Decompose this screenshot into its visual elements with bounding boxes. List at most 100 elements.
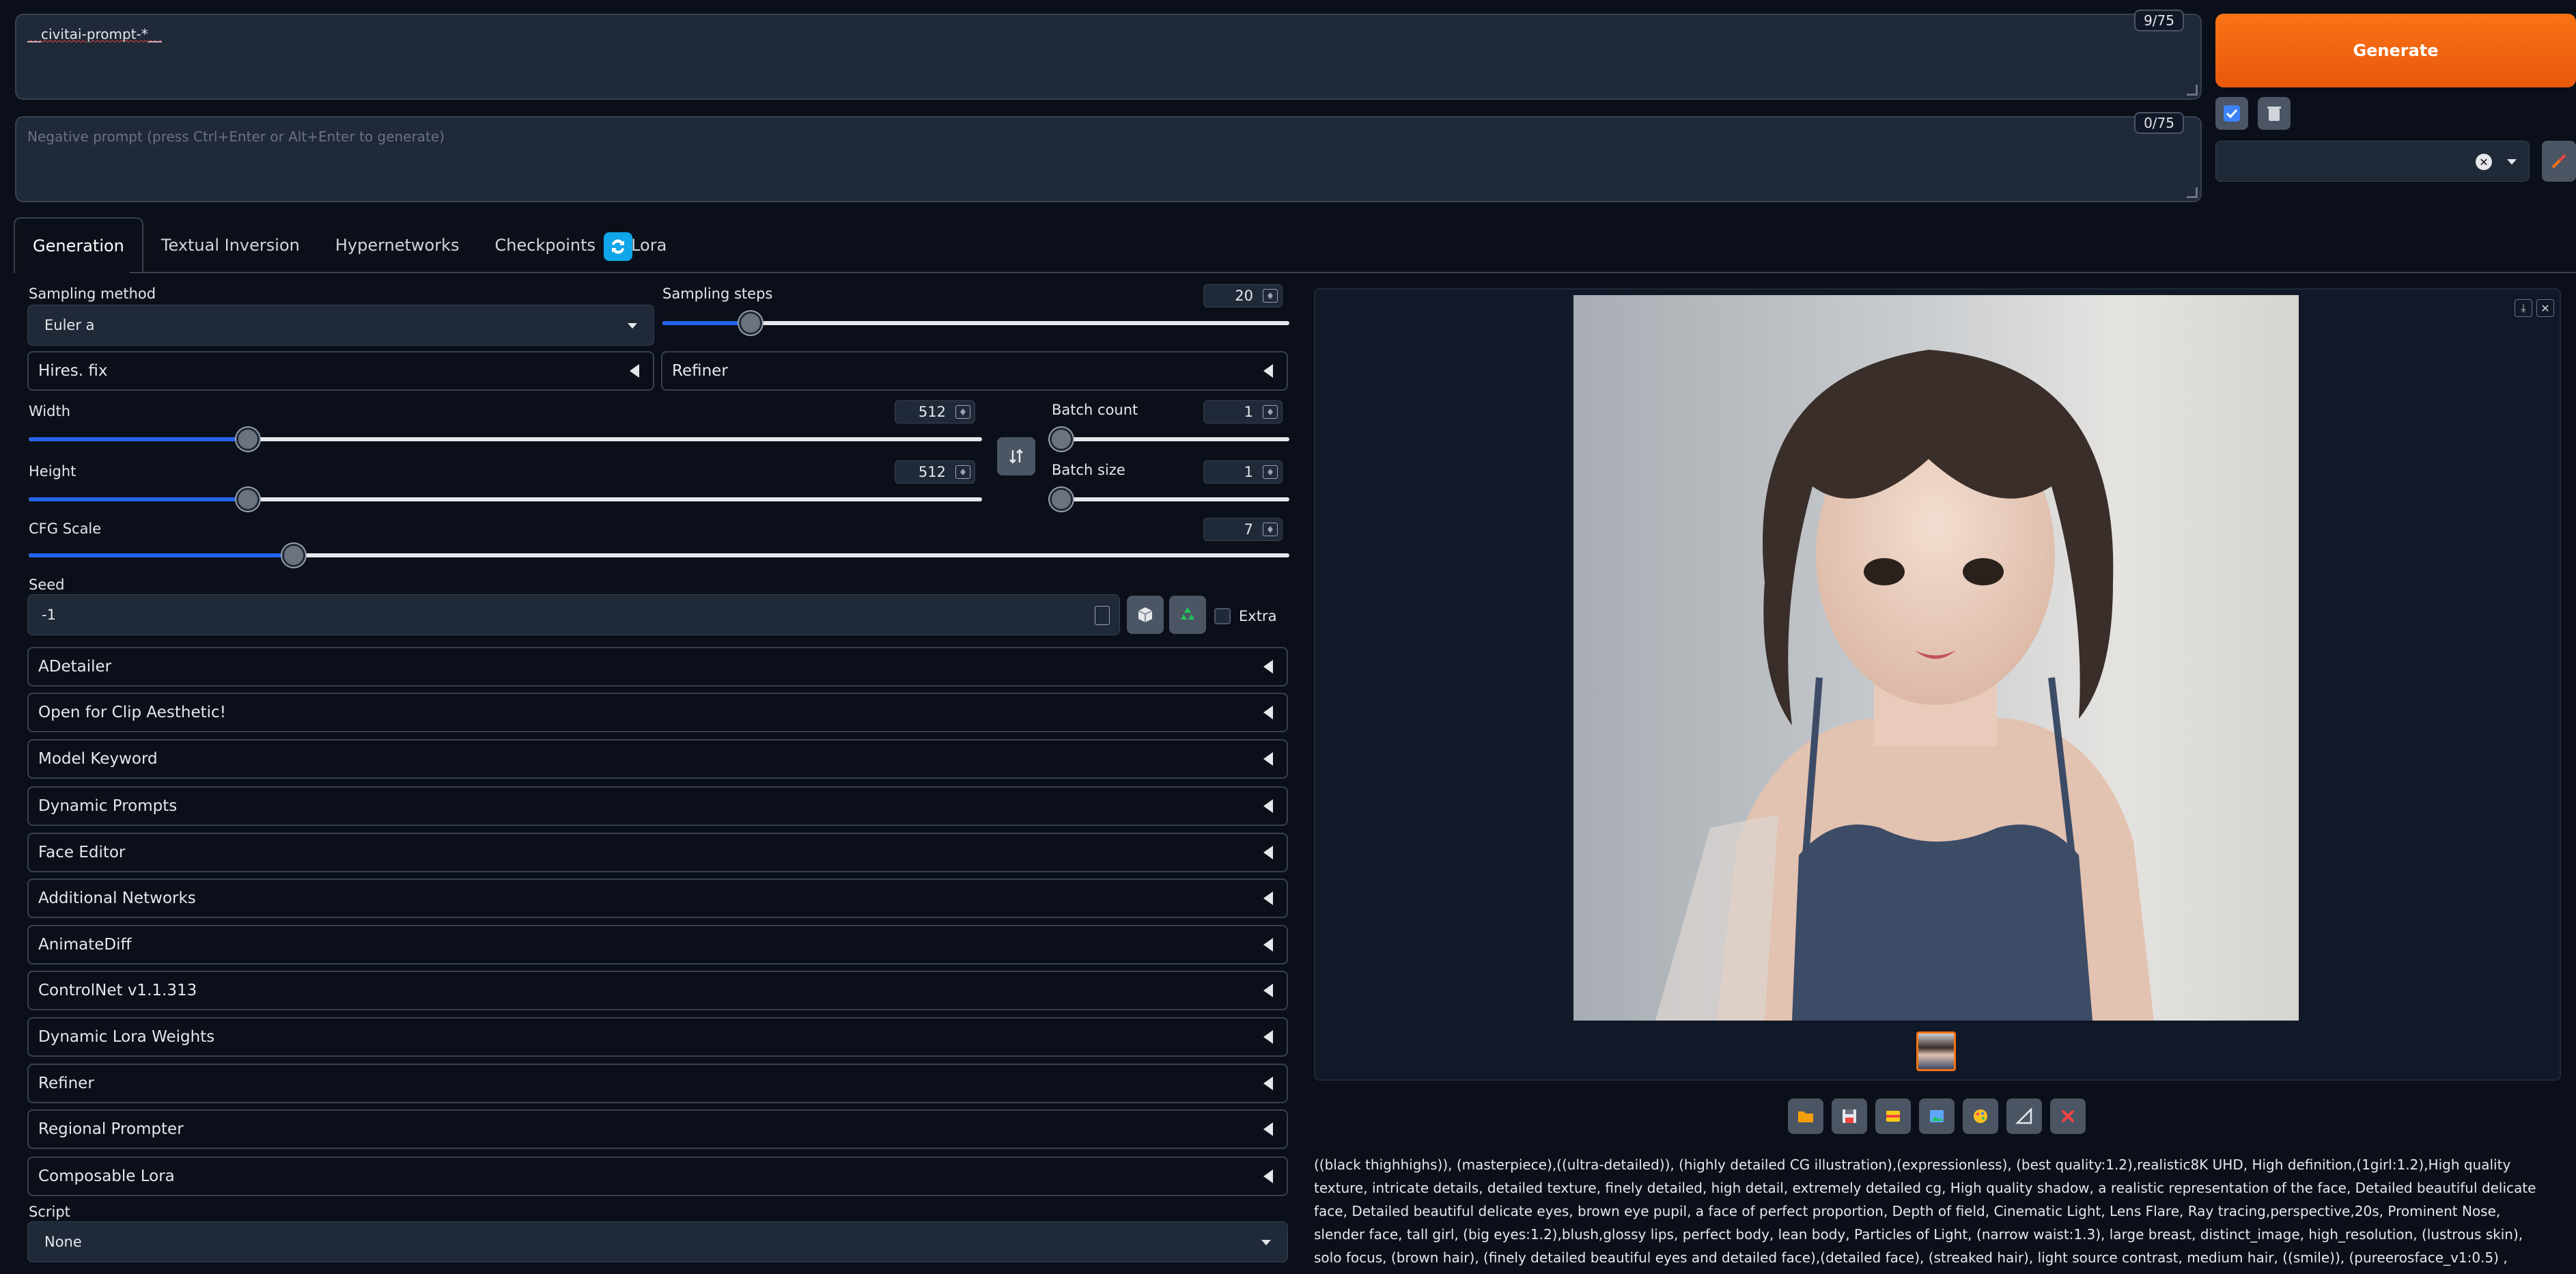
checkbox-icon (2224, 105, 2240, 122)
refresh-icon (612, 239, 624, 254)
slider-thumb[interactable] (236, 428, 260, 451)
tab-generation[interactable]: Generation (14, 217, 143, 273)
cfg-scale-input[interactable]: 7 (1203, 518, 1283, 541)
accordion-refiner[interactable]: Refiner (27, 1064, 1288, 1103)
download-icon[interactable]: ⤓ (2515, 299, 2532, 317)
edit-styles-button[interactable] (2542, 141, 2576, 182)
close-icon[interactable]: ✕ (2536, 299, 2554, 317)
random-seed-button[interactable] (1127, 596, 1164, 634)
script-label: Script (29, 1204, 70, 1220)
cfg-scale-slider[interactable] (29, 544, 1289, 567)
batch-size-input[interactable]: 1 (1203, 460, 1283, 484)
img2img-icon (1930, 1110, 1944, 1122)
sampling-method-dropdown[interactable]: Euler a (27, 305, 654, 346)
resize-handle[interactable] (2187, 187, 2198, 198)
batch-count-slider[interactable] (1050, 428, 1289, 451)
delete-button[interactable] (2050, 1098, 2086, 1134)
send-to-inpaint-button[interactable] (1963, 1098, 1998, 1134)
script-dropdown[interactable]: None (27, 1221, 1288, 1262)
generate-button[interactable]: Generate (2215, 14, 2576, 87)
prompt-text: __civitai-prompt-*__ (27, 26, 162, 42)
slider-fill (29, 437, 248, 441)
sampling-steps-input[interactable]: 20 (1203, 284, 1283, 307)
tab-hypernetworks[interactable]: Hypernetworks (318, 217, 477, 273)
negative-prompt-textarea[interactable]: Negative prompt (press Ctrl+Enter or Alt… (15, 112, 2202, 202)
output-toolbar (1788, 1098, 2086, 1134)
accordion-adetailer[interactable]: ADetailer (27, 647, 1288, 687)
width-slider[interactable] (29, 428, 982, 451)
accordion-animatediff[interactable]: AnimateDiff (27, 925, 1288, 965)
slider-fill (29, 553, 294, 557)
accordion-controlnet-v1-1-313[interactable]: ControlNet v1.1.313 (27, 971, 1288, 1010)
height-label: Height (29, 463, 76, 480)
send-to-extras-button[interactable] (2006, 1098, 2042, 1134)
slider-thumb[interactable] (1050, 428, 1073, 451)
dice-icon (1138, 607, 1153, 622)
swap-icon (1009, 449, 1023, 464)
accordion-face-editor[interactable]: Face Editor (27, 833, 1288, 872)
seed-label: Seed (29, 577, 65, 593)
batch-size-slider[interactable] (1050, 488, 1289, 511)
generation-info-text: ((black thighhighs)), (masterpiece),((ul… (1314, 1157, 2536, 1266)
delete-icon (2061, 1109, 2075, 1123)
accordion-regional-prompter[interactable]: Regional Prompter (27, 1109, 1288, 1149)
clear-styles-icon[interactable]: ✕ (2476, 154, 2492, 170)
accordion-open-for-clip-aesthetic[interactable]: Open for Clip Aesthetic! (27, 693, 1288, 732)
zip-icon (1886, 1111, 1900, 1122)
slider-thumb[interactable] (1050, 488, 1073, 511)
slider-fill (29, 497, 248, 501)
slider-thumb[interactable] (739, 311, 762, 335)
extra-checkbox[interactable] (1214, 608, 1231, 624)
sampling-method-label: Sampling method (29, 286, 156, 302)
cfg-scale-label: CFG Scale (29, 521, 102, 537)
open-folder-button[interactable] (1788, 1098, 1823, 1134)
width-input[interactable]: 512 (895, 400, 975, 424)
extra-label: Extra (1239, 608, 1277, 624)
generated-image[interactable] (1573, 295, 2299, 1021)
recycle-icon (1181, 607, 1194, 620)
clear-prompt-button[interactable] (2258, 97, 2291, 130)
accordion-model-keyword[interactable]: Model Keyword (27, 739, 1288, 779)
resize-handle[interactable] (2187, 85, 2198, 96)
swap-dimensions-button[interactable] (997, 437, 1035, 475)
output-gallery: ⤓ ✕ (1314, 288, 2561, 1081)
batch-count-input[interactable]: 1 (1203, 400, 1283, 424)
width-label: Width (29, 403, 71, 419)
sampling-steps-label: Sampling steps (662, 286, 773, 302)
batch-size-label: Batch size (1052, 462, 1125, 478)
accordion-composable-lora[interactable]: Composable Lora (27, 1157, 1288, 1196)
refiner-accordion-top[interactable]: Refiner (661, 351, 1288, 391)
send-to-img2img-button[interactable] (1919, 1098, 1955, 1134)
prompt-token-counter: 9/75 (2134, 10, 2184, 31)
tab-checkpoints[interactable]: Checkpoints (477, 217, 614, 273)
slider-thumb[interactable] (236, 488, 260, 511)
zip-button[interactable] (1875, 1098, 1911, 1134)
accordion-dynamic-prompts[interactable]: Dynamic Prompts (27, 786, 1288, 826)
refresh-networks-button[interactable] (604, 232, 632, 261)
slider-fill (662, 321, 751, 325)
slider-thumb[interactable] (282, 544, 305, 567)
accordion-additional-networks[interactable]: Additional Networks (27, 878, 1288, 918)
styles-dropdown[interactable]: ✕ (2215, 141, 2530, 182)
reuse-seed-button[interactable] (1169, 596, 1206, 634)
save-icon (1843, 1109, 1856, 1123)
negative-prompt-placeholder: Negative prompt (press Ctrl+Enter or Alt… (27, 128, 445, 145)
sampling-steps-slider[interactable] (662, 311, 1289, 335)
seed-input[interactable]: -1 (27, 594, 1120, 635)
height-input[interactable]: 512 (895, 460, 975, 484)
inpaint-icon (1974, 1109, 1987, 1123)
tab-bar: Generation Textual Inversion Hypernetwor… (14, 217, 684, 273)
trash-icon (2267, 107, 2281, 121)
prompt-textarea[interactable]: __civitai-prompt-*__ 9/75 (15, 10, 2202, 100)
folder-icon (1798, 1111, 1813, 1122)
tab-textual-inversion[interactable]: Textual Inversion (143, 217, 318, 273)
apply-styles-button[interactable] (2215, 97, 2248, 130)
tab-divider (130, 272, 2576, 273)
height-slider[interactable] (29, 488, 982, 511)
gallery-thumbnail[interactable] (1916, 1031, 1956, 1071)
accordion-dynamic-lora-weights[interactable]: Dynamic Lora Weights (27, 1017, 1288, 1057)
sampling-method-value: Euler a (44, 317, 95, 333)
negative-token-counter: 0/75 (2134, 112, 2184, 134)
save-button[interactable] (1832, 1098, 1867, 1134)
hires-fix-accordion[interactable]: Hires. fix (27, 351, 654, 391)
